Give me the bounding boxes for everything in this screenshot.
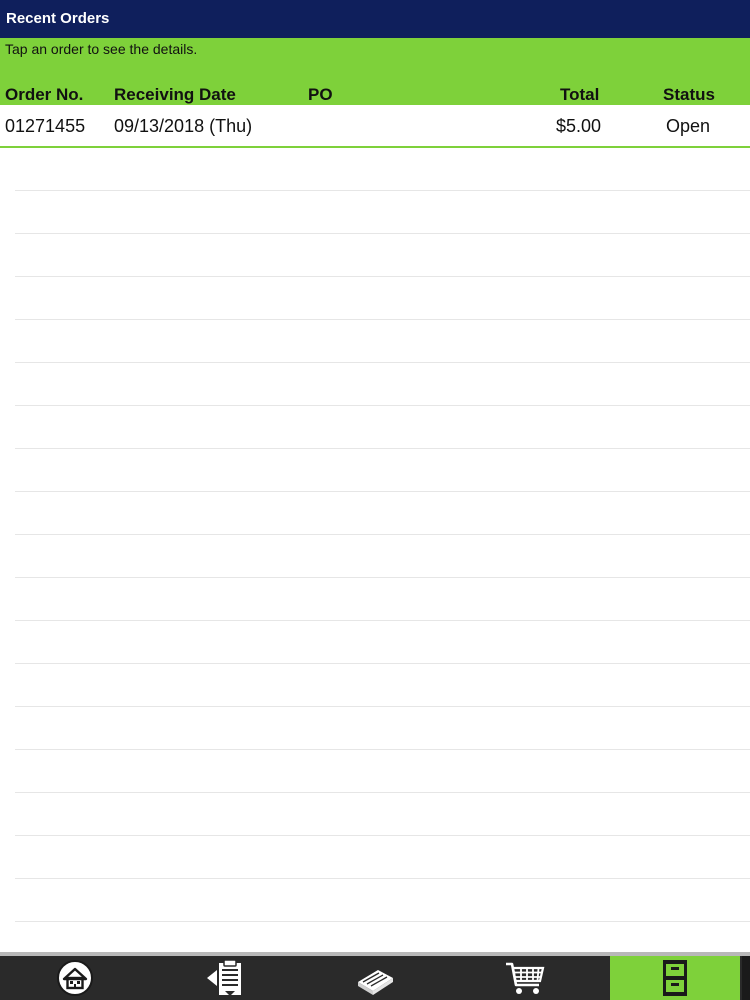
list-divider (15, 405, 750, 406)
title-bar: Recent Orders (0, 0, 750, 38)
recent-orders-screen: Recent Orders Tap an order to see the de… (0, 0, 750, 1000)
list-divider (15, 362, 750, 363)
column-header-receiving-date: Receiving Date (114, 85, 236, 104)
list-divider (15, 233, 750, 234)
column-header-order-no: Order No. (5, 85, 84, 104)
tab-home[interactable] (0, 956, 150, 1000)
tab-catalog[interactable] (300, 956, 450, 1000)
list-divider (15, 620, 750, 621)
list-divider (15, 577, 750, 578)
column-header-status: Status (663, 85, 715, 104)
tab-cart[interactable] (450, 956, 600, 1000)
column-header-po: PO (308, 85, 333, 104)
list-divider (15, 878, 750, 879)
list-divider (15, 319, 750, 320)
list-divider (15, 448, 750, 449)
list-divider (15, 190, 750, 191)
list-divider (15, 534, 750, 535)
home-icon (57, 960, 93, 996)
page-title: Recent Orders (6, 10, 110, 27)
order-status: Open (666, 116, 711, 136)
file-cabinet-icon (663, 960, 687, 996)
receiving-date: 09/13/2018 (Thu) (114, 116, 253, 136)
catalog-book-icon (358, 970, 393, 995)
hint-text: Tap an order to see the details. (5, 41, 198, 57)
list-divider (15, 491, 750, 492)
list-divider (15, 706, 750, 707)
order-number: 01271455 (5, 116, 86, 136)
column-header-total: Total (560, 85, 600, 104)
list-divider (15, 792, 750, 793)
orders-header: Tap an order to see the details. Order N… (0, 38, 750, 105)
tab-bar-edge (742, 956, 750, 1000)
clipboard-icon (207, 959, 241, 996)
tab-order-list[interactable] (150, 956, 300, 1000)
list-divider (15, 835, 750, 836)
list-divider (15, 749, 750, 750)
order-row[interactable]: 01271455 09/13/2018 (Thu) $5.00 Open (0, 105, 750, 148)
list-divider (15, 921, 750, 922)
tab-recent-orders[interactable] (610, 956, 740, 1000)
order-total: $5.00 (556, 116, 602, 136)
list-divider (15, 663, 750, 664)
bottom-tab-bar (0, 952, 750, 1000)
list-divider (15, 276, 750, 277)
cart-icon (506, 962, 545, 994)
